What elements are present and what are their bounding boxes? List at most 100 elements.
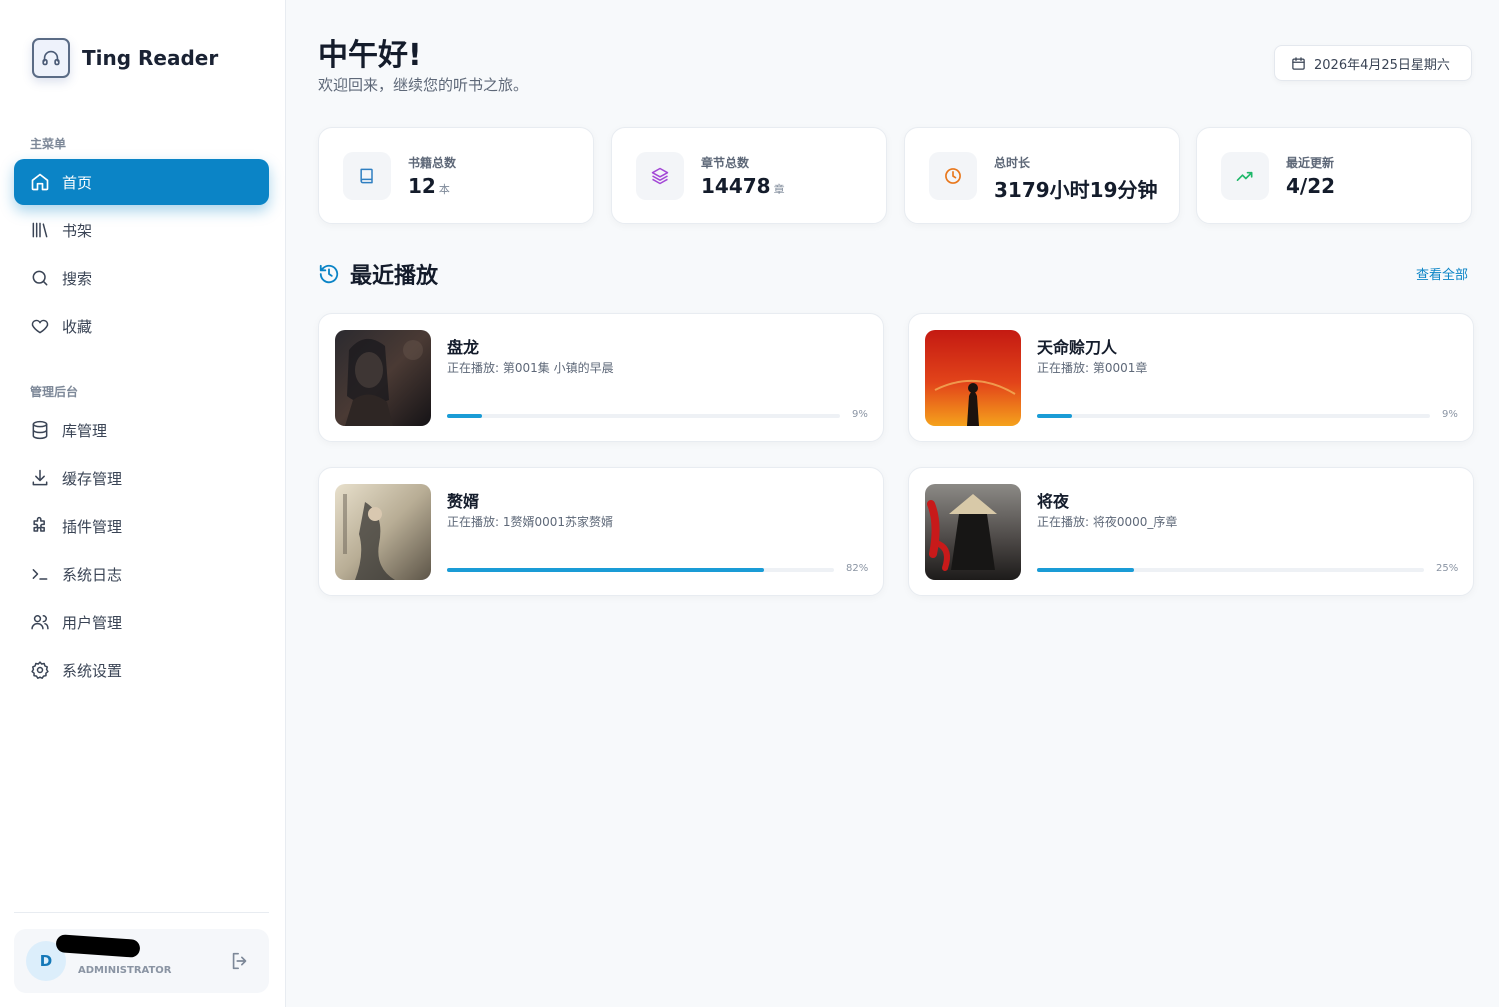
recent-title-text: 最近播放 [350,264,439,289]
heart-icon [30,316,50,336]
stat-number: 14478 [701,174,771,198]
sidebar-divider [14,912,269,913]
sidebar-item-label: 插件管理 [62,517,123,536]
stat-card-books: 书籍总数 12 本 [318,127,594,224]
progress-bar [1037,568,1424,572]
sidebar-item-label: 书架 [62,221,93,240]
sidebar: Ting Reader 主菜单 首页 书架 搜索 收藏 管理后台 库管理 缓存管… [0,0,286,1007]
sidebar-item-search[interactable]: 搜索 [14,255,269,301]
stat-label: 书籍总数 [408,156,457,170]
stat-number: 3179小时19分钟 [994,178,1158,202]
stat-label: 最近更新 [1286,156,1335,170]
download-icon [30,468,50,488]
sidebar-item-users[interactable]: 用户管理 [14,599,269,645]
book-icon [343,152,391,200]
book-card-tianming[interactable]: 天命赊刀人 正在播放: 第0001章 9% [908,313,1474,442]
book-title: 将夜 [1037,492,1070,511]
logout-icon [232,952,247,970]
now-playing: 正在播放: 将夜0000_序章 [1037,515,1178,529]
sidebar-item-plugins[interactable]: 插件管理 [14,503,269,549]
page-title: 中午好! [318,38,422,73]
sidebar-item-label: 用户管理 [62,613,123,632]
progress-fill [447,568,765,572]
library-icon [30,220,50,240]
main-menu-label: 主菜单 [30,137,67,151]
app-logo[interactable]: Ting Reader [32,38,218,78]
stat-card-duration: 总时长 3179小时19分钟 [904,127,1180,224]
page-subtitle: 欢迎回来，继续您的听书之旅。 [318,76,529,94]
trending-up-icon [1221,152,1269,200]
app-name: Ting Reader [82,46,219,70]
book-cover [925,330,1021,426]
recent-section-title: 最近播放 [318,258,438,290]
history-icon [318,263,340,285]
user-card: D ADMINISTRATOR [14,929,269,993]
stat-value: 12 本 [408,174,450,198]
sidebar-item-settings[interactable]: 系统设置 [14,647,269,693]
sidebar-item-label: 首页 [62,173,93,192]
date-display: 2026年4月25日星期六 [1274,45,1472,81]
home-icon [30,172,50,192]
progress-fill [447,414,483,418]
sidebar-item-bookshelf[interactable]: 书架 [14,207,269,253]
sidebar-item-label: 系统设置 [62,661,123,680]
progress-percent: 9% [1442,409,1458,420]
sidebar-item-label: 搜索 [62,269,93,288]
search-icon [30,268,50,288]
progress-fill [1037,568,1134,572]
progress-percent: 82% [846,563,869,574]
admin-menu-label: 管理后台 [30,385,79,399]
stat-unit: 本 [438,183,450,196]
stat-card-chapters: 章节总数 14478 章 [611,127,887,224]
user-role: ADMINISTRATOR [78,965,172,976]
stat-value: 3179小时19分钟 [994,174,1158,203]
stat-number: 4/22 [1286,174,1336,198]
puzzle-icon [30,516,50,536]
book-title: 盘龙 [447,338,480,357]
terminal-icon [30,564,50,584]
now-playing: 正在播放: 第0001章 [1037,361,1148,375]
sidebar-item-home[interactable]: 首页 [14,159,269,205]
gear-icon [30,660,50,680]
sidebar-item-label: 库管理 [62,421,108,440]
progress-percent: 9% [852,409,868,420]
logout-button[interactable] [229,950,251,972]
now-playing: 正在播放: 第001集 小镇的早晨 [447,361,614,375]
sidebar-item-label: 系统日志 [62,565,123,584]
users-icon [30,612,50,632]
sidebar-item-cache[interactable]: 缓存管理 [14,455,269,501]
now-playing: 正在播放: 1赘婿0001苏家赘婿 [447,515,614,529]
layers-icon [636,152,684,200]
sidebar-item-label: 缓存管理 [62,469,123,488]
sidebar-item-logs[interactable]: 系统日志 [14,551,269,597]
sidebar-item-favorites[interactable]: 收藏 [14,303,269,349]
book-card-zhuixu[interactable]: 赘婿 正在播放: 1赘婿0001苏家赘婿 82% [318,467,884,596]
sidebar-item-label: 收藏 [62,317,93,336]
progress-percent: 25% [1436,563,1459,574]
book-cover [335,330,431,426]
date-text: 2026年4月25日星期六 [1314,57,1450,73]
progress-bar [447,568,834,572]
sidebar-item-library-admin[interactable]: 库管理 [14,407,269,453]
book-card-panlong[interactable]: 盘龙 正在播放: 第001集 小镇的早晨 9% [318,313,884,442]
progress-fill [1037,414,1073,418]
stat-label: 总时长 [994,156,1031,170]
stat-value: 14478 章 [701,174,785,198]
stat-card-updated: 最近更新 4/22 [1196,127,1472,224]
stat-value: 4/22 [1286,174,1335,198]
stat-number: 12 [408,174,436,198]
progress-bar [1037,414,1430,418]
headphones-icon [32,38,70,78]
progress-bar [447,414,840,418]
book-card-jiangye[interactable]: 将夜 正在播放: 将夜0000_序章 25% [908,467,1474,596]
book-title: 天命赊刀人 [1037,338,1118,357]
stat-label: 章节总数 [701,156,750,170]
view-all-link[interactable]: 查看全部 [1416,264,1468,283]
stat-unit: 章 [773,183,785,196]
book-title: 赘婿 [447,492,480,511]
book-cover [335,484,431,580]
redacted-username [55,934,141,958]
book-cover [925,484,1021,580]
clock-icon [929,152,977,200]
database-icon [30,420,50,440]
